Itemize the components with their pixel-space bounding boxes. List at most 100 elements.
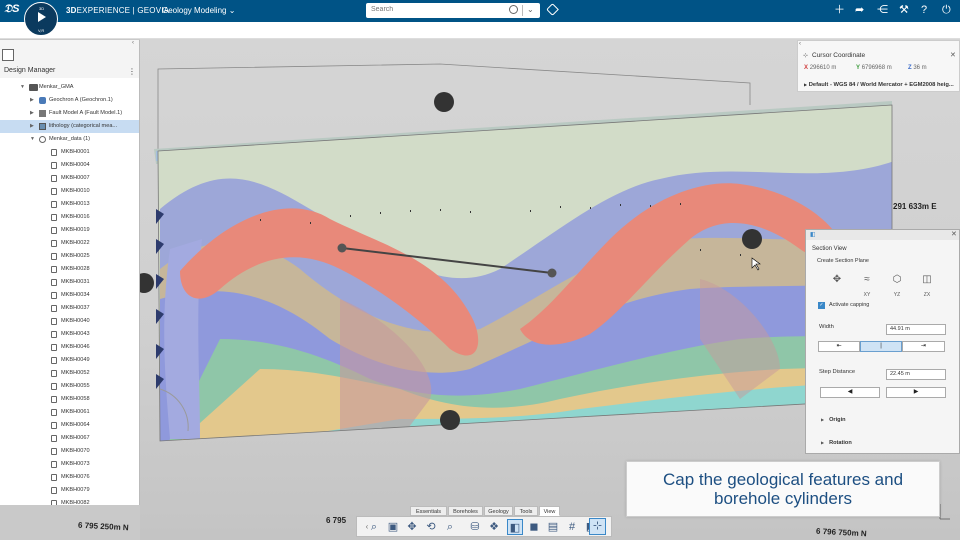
search-options-chevron-icon[interactable]: ⌄	[527, 5, 534, 14]
tree-item-borehole[interactable]: MKBH0058	[0, 393, 139, 406]
tree-structure-icon[interactable]	[2, 49, 14, 61]
step-back-button[interactable]: ◀	[820, 387, 880, 398]
tab-geology[interactable]: Geology	[484, 506, 513, 516]
tree-item-borehole[interactable]: MKBH0019	[0, 224, 139, 237]
render-style-icon[interactable]: ⛁	[467, 519, 483, 535]
search-input[interactable]	[366, 3, 496, 16]
search-box[interactable]: ⌄	[366, 3, 540, 18]
manipulator-handle-left[interactable]	[140, 273, 154, 293]
collapse-triangle-icon[interactable]: ▼	[30, 133, 35, 146]
origin-section[interactable]: ▶ Origin	[821, 417, 846, 423]
tree-item-lith[interactable]: ▶ lithology (categorical mea...	[0, 120, 139, 133]
zoom-icon[interactable]: ⌕	[366, 519, 382, 535]
tree-item-borehole[interactable]: MKBH0046	[0, 341, 139, 354]
tree-item-borehole[interactable]: MKBH0022	[0, 237, 139, 250]
width-input[interactable]: 44.91 m	[886, 324, 946, 335]
section-line-end-handle[interactable]	[547, 268, 557, 278]
tree-item-borehole[interactable]: MKBH0016	[0, 211, 139, 224]
yz-plane-icon[interactable]: ⬡	[887, 274, 907, 285]
network-icon[interactable]: ⋲	[877, 3, 888, 17]
tree-item-borehole[interactable]: MKBH0040	[0, 315, 139, 328]
rotate-icon[interactable]: ⟲	[423, 519, 439, 535]
power-icon[interactable]: ⏻	[942, 3, 951, 17]
collapse-panel-icon[interactable]: ‹	[799, 41, 801, 47]
tree-item-borehole[interactable]: MKBH0025	[0, 250, 139, 263]
expand-triangle-icon[interactable]: ▶	[30, 94, 34, 107]
tab-view[interactable]: View	[539, 506, 560, 516]
close-icon[interactable]: ✕	[951, 230, 957, 238]
tree-item-borehole[interactable]: MKBH0082	[0, 497, 139, 505]
compass-widget[interactable]: 3D V,R	[24, 2, 58, 36]
plus-icon[interactable]: ＋	[834, 3, 845, 17]
tree-item-borehole[interactable]: MKBH0031	[0, 276, 139, 289]
rotation-section[interactable]: ▶ Rotation	[821, 440, 852, 446]
tools-icon[interactable]: ⚒	[899, 3, 909, 17]
tree-item-borehole[interactable]: MKBH0052	[0, 367, 139, 380]
tab-tools[interactable]: Tools	[514, 506, 538, 516]
tab-essentials[interactable]: Essentials	[410, 506, 447, 516]
tree-item-borehole[interactable]: MKBH0028	[0, 263, 139, 276]
xy-plane-icon[interactable]: ≈	[857, 274, 877, 285]
tree-item-root[interactable]: ▼ Menkar_GMA	[0, 81, 139, 94]
crs-selector[interactable]: ▶ Default - WGS 84 / World Mercator + EG…	[804, 82, 954, 88]
width-right-button[interactable]: ⇥	[902, 341, 945, 352]
tree-item-borehole[interactable]: MKBH0037	[0, 302, 139, 315]
section-line-start-handle[interactable]	[337, 243, 347, 253]
tree-item-geo[interactable]: ▶ Geochron A (Geochron.1)	[0, 94, 139, 107]
step-distance-input[interactable]: 22.45 m	[886, 369, 946, 380]
grid-icon[interactable]: #	[564, 519, 580, 535]
tree-item-borehole[interactable]: MKBH0001	[0, 146, 139, 159]
activate-capping-checkbox[interactable]: ✓	[818, 302, 825, 309]
tree-item-borehole[interactable]: MKBH0061	[0, 406, 139, 419]
zx-plane-icon[interactable]: ◫	[917, 274, 937, 285]
section-view-panel: ◧ ✕ Section View Create Section Plane ✥ …	[805, 229, 960, 454]
width-center-button[interactable]: |	[860, 341, 902, 352]
width-left-button[interactable]: ⇤	[818, 341, 860, 352]
manipulator-handle-bottom[interactable]	[440, 410, 460, 430]
manipulator-handle-right[interactable]	[742, 229, 762, 249]
collapse-panel-icon[interactable]: ‹	[132, 40, 134, 46]
tree-item-borehole[interactable]: MKBH0064	[0, 419, 139, 432]
tree-item-borehole[interactable]: MKBH0070	[0, 445, 139, 458]
borehole-icon	[51, 331, 57, 338]
help-icon[interactable]: ?	[921, 3, 927, 17]
tree-item-borehole[interactable]: MKBH0013	[0, 198, 139, 211]
close-icon[interactable]: ✕	[950, 51, 956, 59]
view-mode-icon[interactable]: ❖	[486, 519, 502, 535]
tree-item-borehole[interactable]: MKBH0073	[0, 458, 139, 471]
fit-all-icon[interactable]: ▣	[385, 519, 401, 535]
ds-logo-icon[interactable]: 𝔇S	[4, 3, 20, 16]
tab-boreholes[interactable]: Boreholes	[448, 506, 483, 516]
top-bar: 𝔇S 3DEXPERIENCE | GEOVIA Geology Modelin…	[0, 0, 960, 22]
tree-item-borehole[interactable]: MKBH0067	[0, 432, 139, 445]
tag-icon[interactable]	[546, 3, 559, 16]
share-arrow-icon[interactable]: ➦	[855, 3, 864, 17]
zoom-area-icon[interactable]: ⌕	[442, 519, 458, 535]
tree-item-fault[interactable]: ▶ Fault Model A (Fault Model.1)	[0, 107, 139, 120]
search-icon[interactable]	[509, 5, 518, 14]
expand-triangle-icon[interactable]: ▶	[30, 120, 34, 133]
collapse-triangle-icon[interactable]: ▼	[20, 81, 25, 94]
compass-play-icon[interactable]	[38, 12, 46, 22]
step-forward-button[interactable]: ▶	[886, 387, 946, 398]
cube-icon[interactable]: ◼	[526, 519, 542, 535]
pan-icon[interactable]: ✥	[404, 519, 420, 535]
images-icon[interactable]: ▤	[545, 519, 561, 535]
tree-item-borehole[interactable]: MKBH0010	[0, 185, 139, 198]
tree-item-borehole[interactable]: MKBH0007	[0, 172, 139, 185]
kebab-menu-icon[interactable]: ⋮	[128, 67, 136, 76]
tree-item-borehole[interactable]: MKBH0004	[0, 159, 139, 172]
expand-triangle-icon[interactable]: ▶	[30, 107, 34, 120]
tree-item-grp[interactable]: ▼ Menkar_data (1)	[0, 133, 139, 146]
tree-item-borehole[interactable]: MKBH0076	[0, 471, 139, 484]
tree-item-borehole[interactable]: MKBH0079	[0, 484, 139, 497]
tree-item-borehole[interactable]: MKBH0055	[0, 380, 139, 393]
free-plane-icon[interactable]: ✥	[827, 274, 847, 285]
tree-item-borehole[interactable]: MKBH0034	[0, 289, 139, 302]
cursor-coordinate-toggle-icon[interactable]: ⊹	[589, 518, 606, 535]
app-name-dropdown[interactable]: Geology Modeling ⌄	[162, 6, 235, 15]
section-view-icon[interactable]: ◧	[507, 519, 523, 535]
manipulator-handle-top[interactable]	[434, 92, 454, 112]
tree-item-borehole[interactable]: MKBH0049	[0, 354, 139, 367]
tree-item-borehole[interactable]: MKBH0043	[0, 328, 139, 341]
